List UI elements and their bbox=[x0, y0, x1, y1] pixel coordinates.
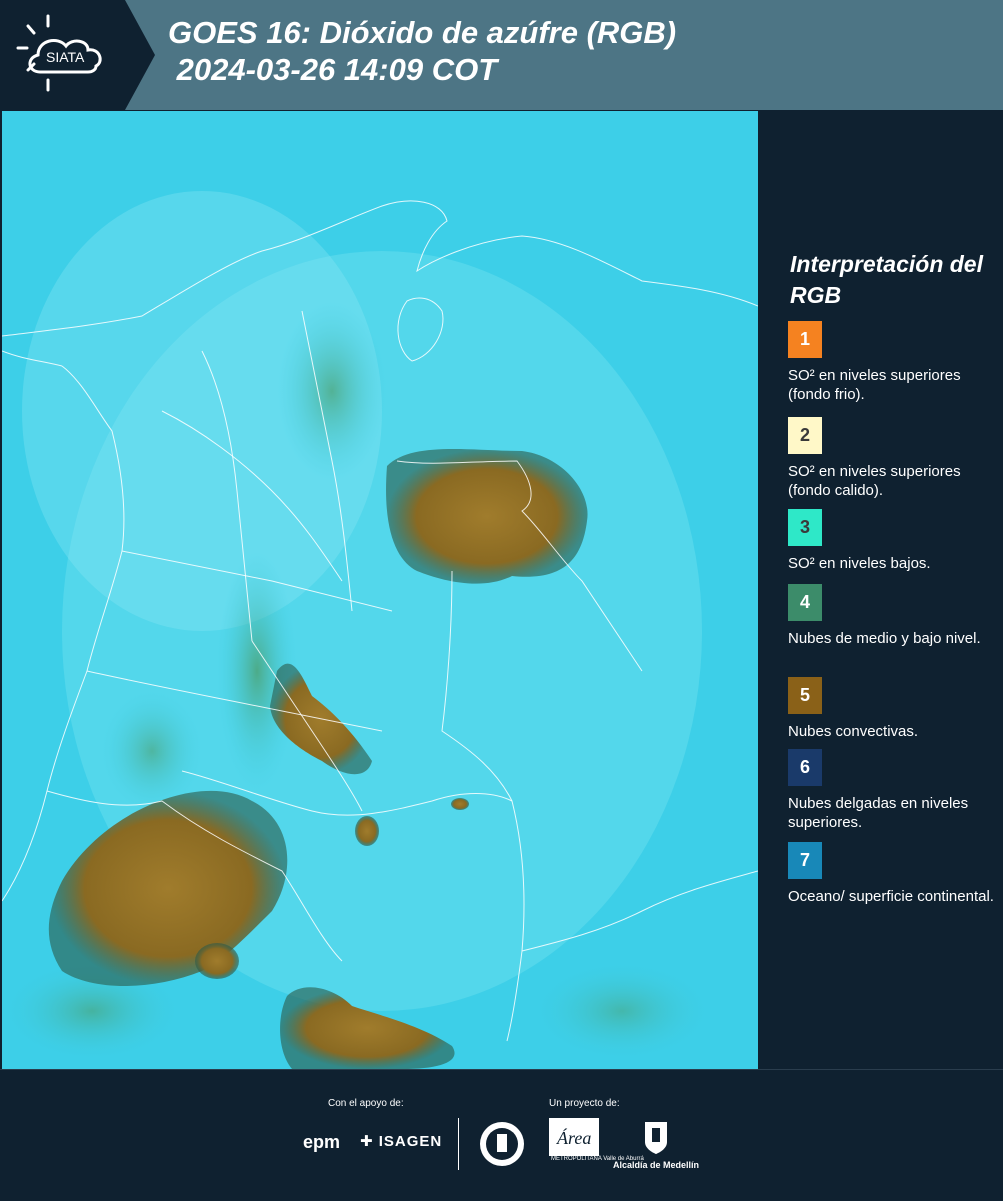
satellite-map bbox=[2, 111, 758, 1069]
footer-bar: Con el apoyo de: Un proyecto de: epm ✚ I… bbox=[0, 1069, 1003, 1201]
legend-item-6: 6 Nubes delgadas en niveles superiores. bbox=[788, 749, 998, 832]
legend-item-1: 1 SO² en niveles superiores (fondo frio)… bbox=[788, 321, 998, 404]
epm-logo: epm bbox=[303, 1132, 341, 1152]
legend-label: Nubes de medio y bajo nivel. bbox=[788, 630, 981, 647]
alcaldia-shield-icon bbox=[645, 1122, 667, 1154]
legend-swatch: 2 bbox=[788, 417, 822, 454]
legend-item-3: 3 SO² en niveles bajos. bbox=[788, 509, 998, 573]
convective-cloud-venezuela bbox=[386, 449, 588, 584]
svg-text:Área: Área bbox=[556, 1127, 591, 1148]
legend-label: Oceano/ superficie continental. bbox=[788, 888, 994, 905]
legend-label: SO² en niveles bajos. bbox=[788, 555, 931, 572]
isagen-logo: ✚ ISAGEN bbox=[360, 1132, 442, 1150]
legend-swatch: 5 bbox=[788, 677, 822, 714]
legend-item-5: 5 Nubes convectivas. bbox=[788, 677, 998, 741]
svg-text:SIATA: SIATA bbox=[46, 49, 85, 65]
legend-label: SO² en niveles superiores (fondo frio). bbox=[788, 367, 961, 403]
header-bar: SIATA GOES 16: Dióxido de azúfre (RGB) 2… bbox=[0, 0, 1003, 110]
legend-item-4: 4 Nubes de medio y bajo nivel. bbox=[788, 584, 998, 648]
legend-swatch: 4 bbox=[788, 584, 822, 621]
page-title: GOES 16: Dióxido de azúfre (RGB) 2024-03… bbox=[168, 15, 677, 87]
legend-item-7: 7 Oceano/ superficie continental. bbox=[788, 842, 998, 906]
area-metropolitana-logo: Área bbox=[549, 1118, 599, 1156]
legend-swatch: 6 bbox=[788, 749, 822, 786]
legend-swatch: 7 bbox=[788, 842, 822, 879]
legend-title: Interpretación del RGB bbox=[790, 251, 983, 308]
support-label: Con el apoyo de: bbox=[328, 1098, 404, 1109]
isagen-icon: ✚ bbox=[360, 1133, 374, 1150]
alcaldia-label: Alcaldía de Medellín bbox=[613, 1160, 700, 1170]
footer-divider bbox=[458, 1118, 459, 1170]
siata-logo: SIATA bbox=[0, 0, 155, 110]
legend-label: SO² en niveles superiores (fondo calido)… bbox=[788, 463, 961, 499]
isagen-label: ISAGEN bbox=[378, 1133, 443, 1150]
project-label: Un proyecto de: bbox=[549, 1098, 620, 1109]
legend-label: Nubes delgadas en niveles superiores. bbox=[788, 795, 969, 831]
legend-panel: Interpretación del RGB 1 SO² en niveles … bbox=[760, 111, 1003, 1069]
legend-item-2: 2 SO² en niveles superiores (fondo calid… bbox=[788, 417, 998, 500]
legend-swatch: 3 bbox=[788, 509, 822, 546]
legend-swatch: 1 bbox=[788, 321, 822, 358]
legend-label: Nubes convectivas. bbox=[788, 723, 919, 740]
medellin-seal-icon bbox=[480, 1122, 524, 1166]
